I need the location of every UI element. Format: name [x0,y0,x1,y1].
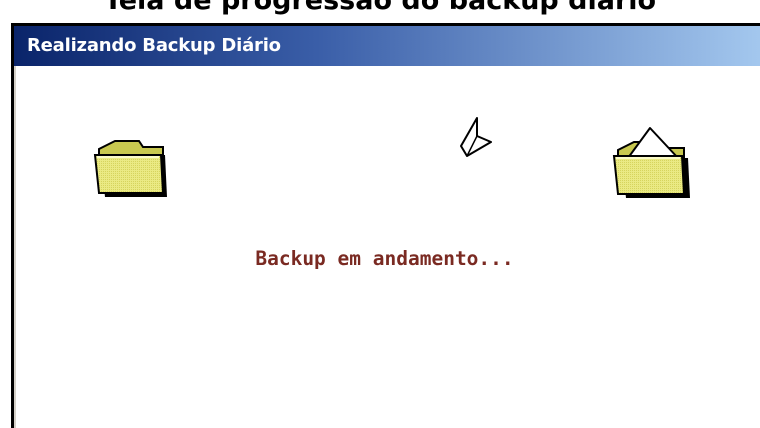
backup-status-message: Backup em andamento... [255,247,514,270]
dialog-client-area: Backup em andamento... [14,66,760,428]
folder-icon [93,140,167,197]
open-folder-icon [612,127,690,198]
window-title: Realizando Backup Diário [27,35,281,56]
title-bar[interactable]: Realizando Backup Diário [14,26,760,66]
figure-caption: Tela de progressão do backup diário [103,0,657,16]
backup-progress-dialog: Realizando Backup Diário Backup em andam… [11,23,760,428]
document-icon [460,117,492,157]
